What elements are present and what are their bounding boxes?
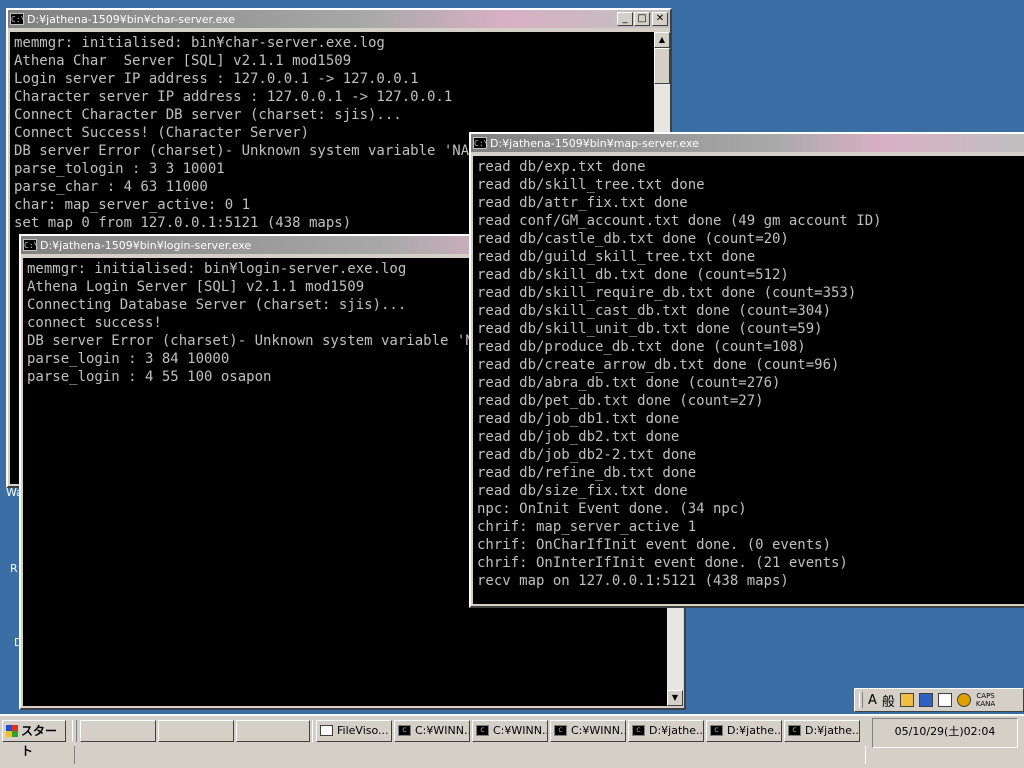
clock[interactable]: 05/10/29(土)02:04 [895, 725, 996, 738]
ime-kanji-mode[interactable]: 般 [882, 691, 895, 710]
console-icon: C [554, 725, 567, 736]
console-line: read db/create_arrow_db.txt done (count=… [477, 357, 840, 373]
document-icon [320, 725, 333, 736]
taskbar[interactable]: スタート FileViso... C C:¥WINN... C C:¥WINN.… [0, 714, 1024, 768]
console-line: read conf/GM_account.txt done (49 gm acc… [477, 213, 882, 229]
scroll-thumb[interactable] [654, 48, 670, 84]
console-line: read db/abra_db.txt done (count=276) [477, 375, 781, 391]
quicklaunch-slot-2[interactable] [158, 720, 234, 742]
start-button[interactable]: スタート [2, 720, 66, 758]
ime-dictionary-icon[interactable] [918, 693, 933, 707]
console-icon[interactable]: C:\ [10, 13, 25, 25]
console-line: read db/refine_db.txt done [477, 465, 697, 481]
ime-help-icon[interactable] [956, 693, 971, 707]
console-line: read db/skill_unit_db.txt done (count=59… [477, 321, 823, 337]
map-server-console-output[interactable]: read db/exp.txt done read db/skill_tree.t… [473, 156, 1024, 604]
console-line: read db/castle_db.txt done (count=20) [477, 231, 789, 247]
console-icon: C [476, 725, 489, 736]
console-line: Login server IP address : 127.0.0.1 -> 1… [14, 71, 419, 87]
char-server-titlebar[interactable]: C:\ D:¥jathena-1509¥bin¥char-server.exe … [8, 10, 670, 28]
system-tray[interactable]: 05/10/29(土)02:04 [872, 718, 1018, 748]
console-icon: C [710, 725, 723, 736]
console-line: read db/guild_skill_tree.txt done [477, 249, 756, 265]
console-line: read db/skill_tree.txt done [477, 177, 705, 193]
window-title: D:¥jathena-1509¥bin¥map-server.exe [490, 136, 699, 150]
caps-label: CAPS [976, 692, 995, 700]
taskbar-button-fileviso[interactable]: FileViso... [316, 720, 392, 742]
start-label: スタート [21, 724, 58, 758]
taskbar-button-label: D:¥jathe... [649, 724, 704, 737]
console-line: read db/job_db2.txt done [477, 429, 680, 445]
taskbar-second-row [74, 746, 866, 764]
ime-tool-icon[interactable] [937, 693, 952, 707]
taskbar-button-cmd-1[interactable]: C C:¥WINN... [394, 720, 470, 742]
close-button[interactable]: ✕ [652, 12, 668, 26]
ime-language-bar[interactable]: A 般 CAPS KANA [854, 688, 1024, 712]
ime-input-mode[interactable]: A [868, 693, 877, 708]
console-line: read db/attr_fix.txt done [477, 195, 688, 211]
console-line: read db/job_db1.txt done [477, 411, 680, 427]
ime-pad-icon[interactable] [899, 693, 914, 707]
ime-grip[interactable] [859, 692, 863, 708]
scroll-down-button[interactable]: ▼ [667, 690, 683, 706]
map-server-titlebar[interactable]: C:\ D:¥jathena-1509¥bin¥map-server.exe [471, 134, 1024, 152]
desktop-icon-label-2[interactable]: R [10, 562, 18, 575]
console-line: recv map on 127.0.0.1:5121 (438 maps) [477, 573, 789, 589]
console-line: read db/skill_db.txt done (count=512) [477, 267, 789, 283]
quicklaunch-slot-3[interactable] [236, 720, 310, 742]
console-icon[interactable]: C:\ [473, 137, 488, 149]
taskbar-button-cmd-2[interactable]: C C:¥WINN... [472, 720, 548, 742]
console-line: read db/size_fix.txt done [477, 483, 688, 499]
console-line: Character server IP address : 127.0.0.1 … [14, 89, 453, 105]
console-line: chrif: OnCharIfInit event done. (0 event… [477, 537, 832, 553]
quicklaunch-slot-1[interactable] [80, 720, 156, 742]
console-icon: C [398, 725, 411, 736]
taskbar-button-jathena-2[interactable]: C D:¥jathe... [706, 720, 782, 742]
taskbar-button-label: D:¥jathe... [727, 724, 782, 737]
console-line: Connect Character DB server (charset: sj… [14, 107, 402, 123]
minimize-button[interactable]: _ [617, 12, 633, 26]
taskbar-button-label: C:¥WINN... [415, 724, 470, 737]
taskbar-button-label: C:¥WINN... [493, 724, 548, 737]
console-line: chrif: OnInterIfInit event done. (21 eve… [477, 555, 848, 571]
taskbar-button-label: D:¥jathe... [805, 724, 860, 737]
ime-caps-kana-indicator[interactable]: CAPS KANA [976, 692, 995, 708]
console-line: npc: OnInit Event done. (34 npc) [477, 501, 747, 517]
console-line: read db/job_db2-2.txt done [477, 447, 697, 463]
console-icon: C [788, 725, 801, 736]
console-line: Athena Char Server [SQL] v2.1.1 mod1509 [14, 53, 352, 69]
console-line: read db/pet_db.txt done (count=27) [477, 393, 764, 409]
console-line: chrif: map_server_active 1 [477, 519, 697, 535]
console-line: read db/skill_require_db.txt done (count… [477, 285, 857, 301]
window-title: D:¥jathena-1509¥bin¥char-server.exe [27, 12, 236, 26]
console-icon[interactable]: C:\ [23, 239, 38, 251]
taskbar-button-jathena-3[interactable]: C D:¥jathe... [784, 720, 860, 742]
windows-logo-icon [6, 725, 18, 737]
console-line: read db/skill_cast_db.txt done (count=30… [477, 303, 832, 319]
map-server-window[interactable]: C:\ D:¥jathena-1509¥bin¥map-server.exe r… [469, 132, 1024, 608]
taskbar-button-jathena-1[interactable]: C D:¥jathe... [628, 720, 704, 742]
taskbar-button-label: FileViso... [337, 724, 389, 737]
scroll-up-button[interactable]: ▲ [654, 32, 670, 48]
taskbar-button-label: C:¥WINN... [571, 724, 626, 737]
console-line: read db/exp.txt done [477, 159, 646, 175]
toolbar-grip[interactable] [72, 720, 77, 742]
kana-label: KANA [975, 700, 996, 708]
console-line: read db/produce_db.txt done (count=108) [477, 339, 806, 355]
taskbar-button-cmd-3[interactable]: C C:¥WINN... [550, 720, 626, 742]
maximize-button[interactable]: □ [634, 12, 650, 26]
console-icon: C [632, 725, 645, 736]
console-line: memmgr: initialised: bin¥char-server.exe… [14, 35, 385, 51]
